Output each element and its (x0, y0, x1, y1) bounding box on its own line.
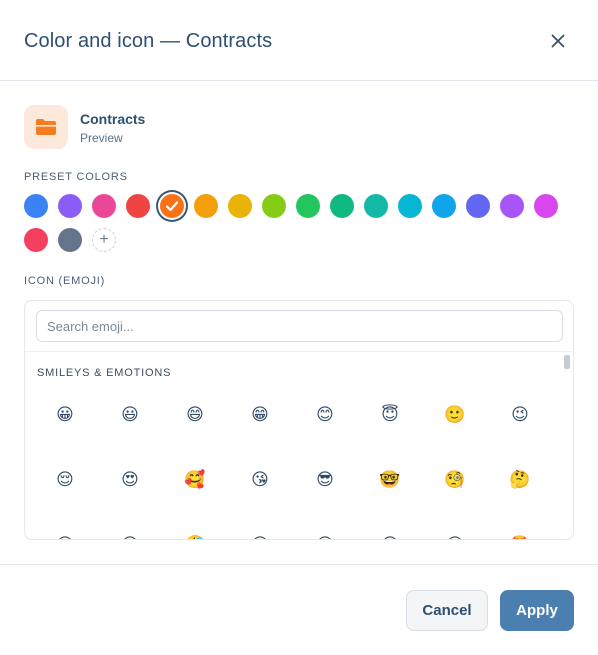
emoji-option[interactable]: 😃 (112, 397, 148, 433)
emoji-option[interactable]: 🥰 (177, 462, 213, 498)
color-swatch[interactable] (24, 194, 48, 218)
close-button[interactable] (545, 28, 571, 54)
emoji-option[interactable]: 😀 (47, 397, 83, 433)
emoji-option[interactable]: 🤩 (502, 527, 538, 539)
emoji-list[interactable]: SMILEYS & EMOTIONS 😀 😃 😄 😁 😊 😇 🙂 😉 😌 😍 🥰 😘 😎 🤓 🧐 🤔 😆 😅 🤣 😂 🙃… (25, 351, 573, 539)
emoji-section-label: ICON (EMOJI) (24, 275, 106, 287)
color-icon-dialog: Color and icon — Contracts Contracts Pre… (0, 0, 598, 655)
dialog-title: Color and icon — Contracts (24, 30, 273, 52)
color-swatch[interactable] (24, 228, 48, 252)
emoji-option[interactable]: 🙂 (437, 397, 473, 433)
emoji-option[interactable]: 😍 (112, 462, 148, 498)
color-swatch[interactable] (58, 194, 82, 218)
folder-icon (36, 119, 56, 135)
add-color-button[interactable]: + (92, 228, 116, 252)
emoji-option[interactable]: 😘 (242, 462, 278, 498)
cancel-button[interactable]: Cancel (406, 590, 488, 631)
emoji-category-label: SMILEYS & EMOTIONS (37, 367, 172, 379)
emoji-option[interactable]: 🙃 (307, 527, 343, 539)
emoji-option[interactable]: 😋 (372, 527, 408, 539)
color-swatch[interactable] (194, 194, 218, 218)
emoji-option[interactable]: 😉 (502, 397, 538, 433)
preview-tile (24, 105, 68, 149)
preview-name: Contracts (80, 111, 146, 127)
emoji-option[interactable]: 🧐 (437, 462, 473, 498)
dialog-footer: Cancel Apply (0, 564, 598, 655)
emoji-option[interactable]: 😎 (307, 462, 343, 498)
emoji-option[interactable]: 🤔 (502, 462, 538, 498)
emoji-option[interactable]: 😛 (437, 527, 473, 539)
color-swatch[interactable] (432, 194, 456, 218)
color-swatch[interactable] (296, 194, 320, 218)
color-swatch[interactable] (398, 194, 422, 218)
color-swatch[interactable] (58, 228, 82, 252)
color-swatch[interactable] (534, 194, 558, 218)
emoji-option[interactable]: 😅 (112, 527, 148, 539)
color-swatch[interactable] (466, 194, 490, 218)
close-icon (551, 34, 565, 48)
emoji-scrollbar-thumb[interactable] (564, 355, 570, 369)
emoji-scrollbar[interactable] (564, 355, 570, 539)
emoji-option[interactable]: 😁 (242, 397, 278, 433)
color-swatch[interactable] (92, 194, 116, 218)
emoji-option[interactable]: 😆 (47, 527, 83, 539)
color-swatch[interactable] (364, 194, 388, 218)
color-swatch[interactable] (500, 194, 524, 218)
emoji-option[interactable]: 😌 (47, 462, 83, 498)
emoji-option[interactable]: 😂 (242, 527, 278, 539)
emoji-picker: SMILEYS & EMOTIONS 😀 😃 😄 😁 😊 😇 🙂 😉 😌 😍 🥰 😘 😎 🤓 🧐 🤔 😆 😅 🤣 😂 🙃… (24, 300, 574, 540)
preset-colors-label: PRESET COLORS (24, 171, 128, 183)
emoji-option[interactable]: 🤣 (177, 527, 213, 539)
color-swatch[interactable] (126, 194, 150, 218)
emoji-option[interactable]: 😊 (307, 397, 343, 433)
color-swatch[interactable] (160, 194, 184, 218)
dialog-header: Color and icon — Contracts (0, 0, 598, 81)
apply-button[interactable]: Apply (500, 590, 574, 631)
color-swatch[interactable] (330, 194, 354, 218)
emoji-option[interactable]: 😇 (372, 397, 408, 433)
emoji-option[interactable]: 🤓 (372, 462, 408, 498)
check-icon (165, 201, 179, 212)
preview-subtitle: Preview (80, 131, 123, 145)
color-swatch[interactable] (228, 194, 252, 218)
emoji-search-input[interactable] (36, 310, 563, 342)
color-swatch[interactable] (262, 194, 286, 218)
emoji-option[interactable]: 😄 (177, 397, 213, 433)
